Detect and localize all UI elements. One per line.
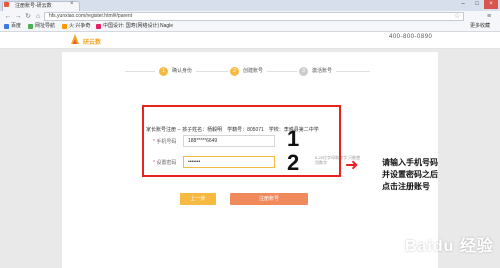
step-label: 激活账号: [312, 68, 333, 74]
bookmark-item[interactable]: Nagle: [160, 22, 173, 31]
watermark: Baidu 经验: [405, 238, 494, 255]
arrow-icon: ➜: [345, 157, 359, 174]
logo-text[interactable]: 研云数: [83, 37, 101, 46]
bookmark-star-icon[interactable]: ☆: [454, 12, 460, 21]
bookmark-item[interactable]: 百度: [11, 22, 21, 31]
step-connector: [125, 71, 155, 72]
marker-1: 1: [287, 126, 300, 151]
bookmark-item[interactable]: 更多收藏: [470, 22, 490, 31]
browser-tab[interactable]: 注册账号-研云数: [2, 1, 80, 11]
bookmark-icon: [62, 24, 67, 29]
bookmark-icon: [28, 24, 33, 29]
minimize-icon[interactable]: –: [456, 0, 470, 9]
url-input[interactable]: hfs.yunxiao.com/register.html#/parent: [44, 12, 464, 21]
forward-icon[interactable]: →: [14, 12, 22, 21]
bookmark-icon: [4, 24, 9, 29]
bookmark-item[interactable]: 火 兴争奇: [69, 22, 90, 31]
marker-2: 2: [287, 150, 300, 175]
instruction-text: 请输入手机号码 并设置密码之后 点击注册账号: [382, 158, 438, 191]
bookmark-icon: [96, 24, 101, 29]
step-connector: [267, 71, 297, 72]
step-connector: [196, 71, 228, 72]
highlight-box: [142, 105, 341, 177]
bookmark-item[interactable]: 网址导航: [35, 22, 55, 31]
tab-title: 注册账号-研云数: [15, 3, 52, 9]
prev-step-button[interactable]: 上一步: [180, 193, 216, 205]
reload-icon[interactable]: ↻: [24, 12, 32, 21]
bookmark-item[interactable]: 中国设计: 国寿(网络设计): [103, 22, 159, 31]
tab-close-icon[interactable]: ×: [70, 0, 74, 9]
step-circle: 1: [159, 67, 168, 76]
step-circle: 2: [230, 67, 239, 76]
back-icon[interactable]: ←: [4, 12, 12, 21]
maximize-icon[interactable]: □: [470, 0, 484, 9]
service-phone: 400-800-0890: [389, 34, 433, 40]
step-label: 创建账号: [243, 68, 264, 74]
tab-favicon-icon: [4, 2, 9, 7]
close-window-icon[interactable]: ×: [484, 0, 498, 9]
step-connector: [336, 71, 370, 72]
step-circle: 3: [299, 67, 308, 76]
register-button[interactable]: 注册账号: [230, 193, 308, 205]
home-icon[interactable]: ⌂: [34, 12, 42, 21]
menu-icon[interactable]: ≡: [487, 12, 491, 21]
logo-icon[interactable]: [70, 33, 80, 45]
step-label: 确认身份: [172, 68, 193, 74]
